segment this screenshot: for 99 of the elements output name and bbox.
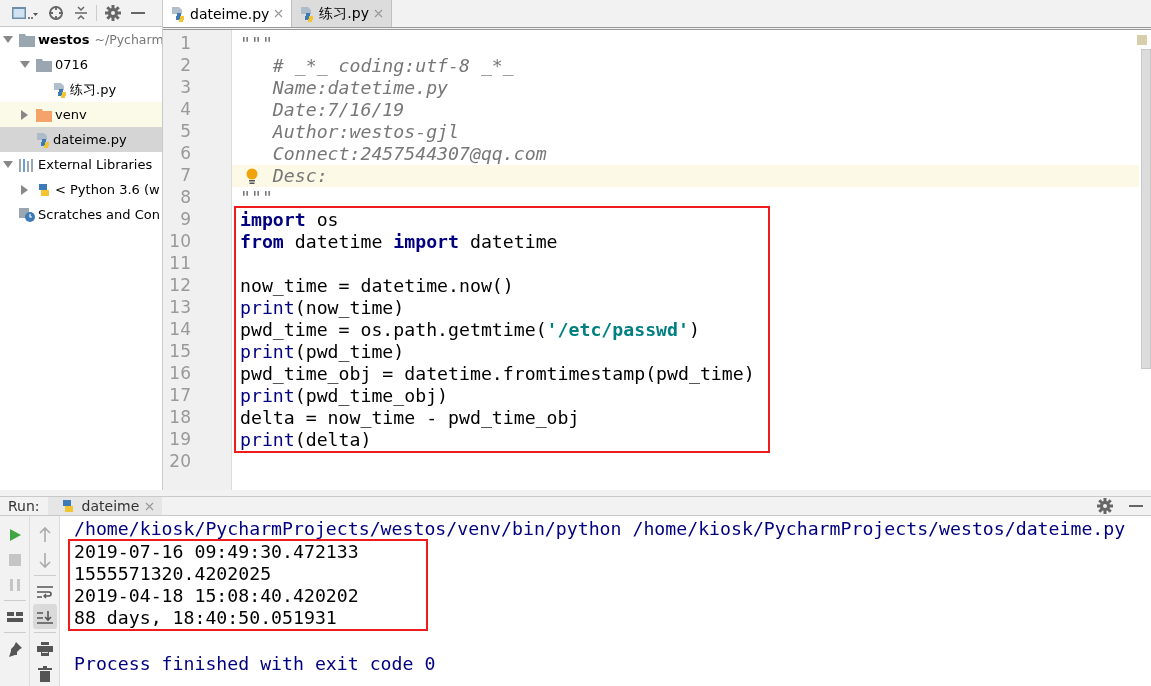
expand-arrow-icon[interactable] [21,109,29,120]
tree-item[interactable]: venv [0,102,162,127]
tree-item[interactable]: External Libraries [0,152,162,177]
collapse-arrow-icon[interactable] [20,60,30,69]
code-line: delta = now_time - pwd_time_obj [240,407,580,428]
line-number: 17 [168,385,192,407]
output-line: 2019-04-18 15:08:40.420202 [74,585,360,607]
tree-item[interactable]: Scratches and Con [0,202,162,227]
minimize-icon [131,11,145,15]
close-icon[interactable] [274,9,284,18]
line-number: 8 [179,187,192,209]
line-number: 19 [168,429,192,451]
code-line: print(pwd_time) [240,341,405,362]
scroll-to-end-button[interactable] [32,604,57,629]
line-number: 10 [168,231,192,253]
line-number: 13 [168,297,192,319]
code-line: print(now_time) [240,297,405,318]
folder-icon [19,32,35,47]
scroll-to-end-icon [36,609,53,624]
run-label: Run: [7,498,41,515]
python-file-icon [171,5,185,22]
line-number: 15 [168,341,192,363]
line-number: 9 [179,209,192,231]
collapse-arrow-icon[interactable] [3,160,13,169]
python-file-icon [300,5,315,22]
code-line: now_time = datetime.now() [240,275,514,296]
layout-icon [6,610,23,623]
output-line: 88 days, 18:40:50.051931 [74,607,338,629]
line-number: 7 [179,165,192,187]
code-line: Name:datetime.py [272,77,449,98]
pin-icon [6,640,23,657]
editor-tab[interactable]: dateime.py [163,0,293,27]
printer-icon [36,641,53,656]
line-number: 12 [168,275,192,297]
scrollbar[interactable] [1141,49,1151,369]
line-number: 1 [179,33,192,55]
python-logo-icon [36,182,52,197]
folder-icon [36,107,52,122]
close-icon[interactable] [373,9,383,18]
code-line: Date:7/16/19 [272,99,405,120]
line-number: 2 [179,55,192,77]
collapse-icon [74,5,88,21]
lightbulb-icon[interactable] [246,168,258,184]
python-file-icon [36,131,50,148]
code-line: pwd_time = os.path.getmtime('/etc/passwd') [240,319,700,340]
editor-tab[interactable]: 练习.py [292,0,392,27]
folder-icon [36,57,52,72]
line-number: 18 [168,407,192,429]
soft-wrap-icon [36,584,53,599]
run-icon [7,527,22,542]
tree-item[interactable]: < Python 3.6 (w [0,177,162,202]
line-number: 4 [179,99,192,121]
code-line: Desc: [272,165,328,186]
window-icon [12,6,38,20]
line-number: 6 [179,143,192,165]
crosshair-icon [48,5,64,21]
output-line: 1555571320.4202025 [74,563,273,585]
project-path: ~/Pycharm [94,32,162,47]
tree-item[interactable]: westos ~/Pycharm [0,27,162,52]
code-line: from datetime import datetime [240,231,558,252]
scratch-icon [19,207,35,222]
code-line: pwd_time_obj = datetime.fromtimestamp(pwd_time) [240,363,755,384]
run-tab[interactable]: dateime [47,497,163,515]
line-number: 11 [168,253,192,275]
expand-arrow-icon[interactable] [21,184,29,195]
python-file-icon [53,81,67,98]
settings-icon [105,5,121,21]
line-number: 20 [168,451,192,473]
code-line: """ [240,33,273,54]
line-number: 3 [179,77,192,99]
view-switch-button[interactable] [10,4,40,22]
close-icon[interactable] [145,501,155,511]
code-line: print(pwd_time_obj) [240,385,449,406]
settings-button[interactable] [103,3,123,23]
output-line: 2019-07-16 09:49:30.472133 [74,541,360,563]
line-number: 5 [179,121,192,143]
command-line: /home/kiosk/PycharmProjects/westos/venv/bin/python /home/kiosk/PycharmProjects/westos/dateime.py [74,518,1127,540]
line-number: 16 [168,363,192,385]
trash-icon [37,665,52,682]
analysis-marker [1137,35,1147,45]
code-line: Author:westos-gjl [272,121,459,142]
code-line: # _*_ coding:utf-8 _*_ [272,55,514,76]
hide-button[interactable] [129,9,147,17]
collapse-arrow-icon[interactable] [3,35,13,44]
locate-button[interactable] [46,3,66,23]
line-number: 14 [168,319,192,341]
pause-icon [8,578,21,591]
code-line: import os [240,209,339,230]
tree-item[interactable]: dateime.py [0,127,162,152]
library-icon [19,157,35,172]
code-line: Connect:2457544307@qq.com [272,143,547,164]
stop-icon [8,553,21,566]
code-line: """ [240,187,273,208]
tree-item[interactable]: 练习.py [0,77,162,102]
tree-item[interactable]: 0716 [0,52,162,77]
exit-message: Process finished with exit code 0 [74,653,437,675]
code-line: print(delta) [240,429,372,450]
down-arrow-icon [38,551,51,568]
up-arrow-icon [38,526,51,543]
